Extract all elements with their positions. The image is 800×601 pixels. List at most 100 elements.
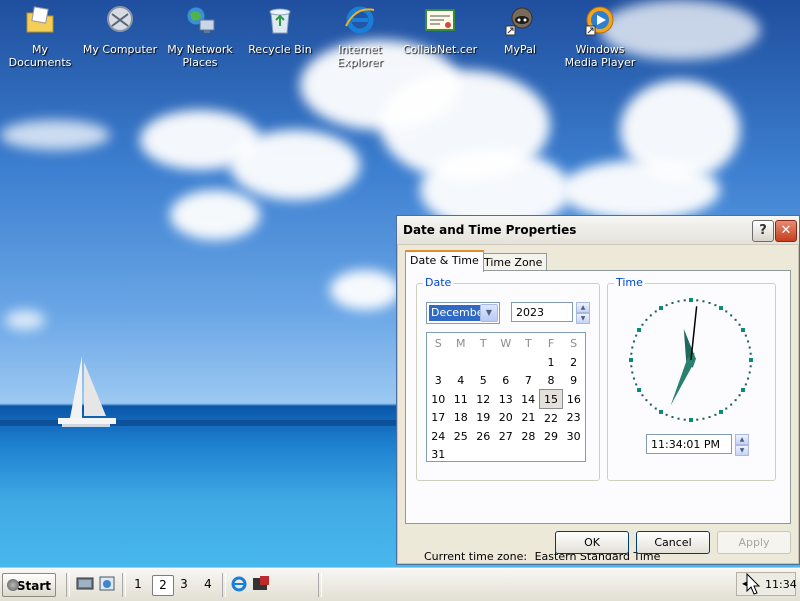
calendar-day[interactable]: 13 bbox=[495, 390, 518, 409]
calendar-day[interactable]: 23 bbox=[562, 409, 585, 428]
dialog-title: Date and Time Properties bbox=[403, 223, 577, 237]
calendar-day[interactable]: 31 bbox=[427, 445, 450, 463]
workspace-1[interactable]: 1 bbox=[128, 575, 148, 594]
calendar-day[interactable]: 19 bbox=[472, 409, 495, 428]
minute-marker bbox=[645, 399, 648, 402]
spin-down-icon[interactable]: ▼ bbox=[576, 313, 590, 324]
calendar-day[interactable]: 17 bbox=[427, 409, 450, 428]
workspace-3[interactable]: 3 bbox=[174, 575, 194, 594]
hour-marker bbox=[740, 328, 745, 332]
minute-marker bbox=[734, 399, 737, 402]
minute-marker bbox=[683, 418, 686, 421]
desktop-icon-my-computer[interactable]: My Computer bbox=[80, 2, 160, 56]
minute-marker bbox=[654, 407, 657, 410]
dialog-titlebar[interactable]: Date and Time Properties ? ✕ bbox=[397, 216, 799, 245]
time-spinner[interactable]: ▲ ▼ bbox=[735, 434, 749, 456]
calendar-empty-cell bbox=[517, 445, 540, 463]
desktop-icon-internet-explorer[interactable]: Internet Explorer bbox=[320, 2, 400, 69]
minute-marker bbox=[714, 304, 717, 307]
calendar-day[interactable]: 4 bbox=[450, 371, 473, 390]
desktop-icon-network-places[interactable]: My Network Places bbox=[160, 2, 240, 69]
calendar-day[interactable]: 16 bbox=[562, 390, 585, 409]
taskbar-clock[interactable]: 11:34 bbox=[765, 578, 797, 591]
minute-marker bbox=[708, 416, 711, 419]
calendar-day[interactable]: 1 bbox=[540, 353, 563, 371]
workspace-2[interactable]: 2 bbox=[152, 575, 174, 596]
calendar-day[interactable]: 20 bbox=[495, 409, 518, 428]
calendar-day[interactable]: 2 bbox=[562, 353, 585, 371]
hour-marker bbox=[637, 388, 642, 392]
tab-date-time[interactable]: Date & Time bbox=[405, 250, 484, 272]
minute-marker bbox=[696, 418, 699, 421]
workspace-4[interactable]: 4 bbox=[198, 575, 218, 594]
calendar-day[interactable]: 21 bbox=[517, 409, 540, 428]
recycle-bin-icon bbox=[269, 8, 291, 34]
year-field[interactable]: 2023 bbox=[511, 302, 573, 322]
minute-marker bbox=[632, 340, 635, 343]
show-desktop-icon[interactable] bbox=[76, 575, 94, 593]
minute-marker bbox=[677, 300, 680, 303]
minute-marker bbox=[725, 310, 728, 313]
start-label: Start bbox=[16, 579, 51, 593]
file-manager-icon[interactable] bbox=[98, 575, 116, 593]
year-spinner[interactable]: ▲ ▼ bbox=[576, 302, 590, 324]
calendar-day[interactable]: 5 bbox=[472, 371, 495, 390]
hour-marker bbox=[659, 306, 663, 311]
cancel-button[interactable]: Cancel bbox=[636, 531, 710, 554]
calendar-day[interactable]: 18 bbox=[450, 409, 473, 428]
calendar-day[interactable]: 7 bbox=[517, 371, 540, 390]
calendar-day[interactable]: 28 bbox=[517, 427, 540, 445]
calendar-day[interactable]: 25 bbox=[450, 427, 473, 445]
hour-marker bbox=[689, 418, 693, 422]
weekday-header: W bbox=[500, 336, 512, 350]
calendar-week: 17 18 19 20 21 22 23 bbox=[427, 409, 585, 428]
internet-explorer-icon[interactable] bbox=[230, 575, 248, 593]
calendar-day[interactable]: 29 bbox=[540, 427, 563, 445]
calendar-day[interactable]: 14 bbox=[517, 390, 540, 409]
minute-marker bbox=[744, 334, 747, 337]
spin-up-icon[interactable]: ▲ bbox=[576, 302, 590, 313]
date-time-app-icon[interactable] bbox=[252, 575, 270, 593]
minute-marker bbox=[631, 346, 634, 349]
desktop-icon-collabnet-cer[interactable]: CollabNet.cer bbox=[400, 2, 480, 56]
start-button[interactable]: Start bbox=[2, 573, 56, 597]
calendar-day[interactable]: 24 bbox=[427, 427, 450, 445]
calendar-empty-cell bbox=[427, 353, 450, 371]
minute-marker bbox=[649, 314, 652, 317]
minute-marker bbox=[641, 323, 644, 326]
calendar-day[interactable]: 8 bbox=[540, 371, 563, 390]
calendar-day[interactable]: 9 bbox=[562, 371, 585, 390]
calendar-day[interactable]: 22 bbox=[540, 409, 563, 428]
media-player-icon bbox=[585, 6, 614, 36]
calendar-day[interactable]: 27 bbox=[495, 427, 518, 445]
minute-marker bbox=[630, 352, 633, 355]
internet-explorer-icon bbox=[345, 6, 375, 34]
desktop-icon-mypal[interactable]: MyPal bbox=[480, 2, 560, 56]
ok-button[interactable]: OK bbox=[555, 531, 629, 554]
calendar-day[interactable]: 26 bbox=[472, 427, 495, 445]
calendar-day[interactable]: 30 bbox=[562, 427, 585, 445]
calendar-day[interactable]: 11 bbox=[450, 390, 473, 409]
calendar-day[interactable]: 10 bbox=[427, 390, 450, 409]
time-field[interactable]: 11:34:01 PM bbox=[646, 434, 732, 454]
spin-down-icon[interactable]: ▼ bbox=[735, 445, 749, 456]
apply-button[interactable]: Apply bbox=[717, 531, 791, 554]
close-button[interactable]: ✕ bbox=[775, 220, 797, 242]
help-button[interactable]: ? bbox=[752, 220, 774, 242]
calendar-day[interactable]: 12 bbox=[472, 390, 495, 409]
desktop-icon-recycle-bin[interactable]: Recycle Bin bbox=[240, 2, 320, 56]
weekday-header: T bbox=[524, 336, 532, 350]
calendar-day[interactable]: 15 bbox=[539, 389, 563, 409]
chevron-down-icon[interactable]: ▼ bbox=[480, 304, 498, 322]
calendar-day[interactable]: 3 bbox=[427, 371, 450, 390]
month-dropdown[interactable]: December ▼ bbox=[426, 302, 500, 324]
desktop-icon-media-player[interactable]: Windows Media Player bbox=[560, 2, 640, 69]
calendar-week: 3456789 bbox=[427, 371, 585, 390]
minute-marker bbox=[632, 377, 635, 380]
spin-up-icon[interactable]: ▲ bbox=[735, 434, 749, 445]
calendar-day[interactable]: 6 bbox=[495, 371, 518, 390]
minute-marker bbox=[748, 346, 751, 349]
desktop-icon-my-documents[interactable]: My Documents bbox=[0, 2, 80, 69]
minute-marker bbox=[683, 299, 686, 302]
minute-marker bbox=[635, 383, 638, 386]
